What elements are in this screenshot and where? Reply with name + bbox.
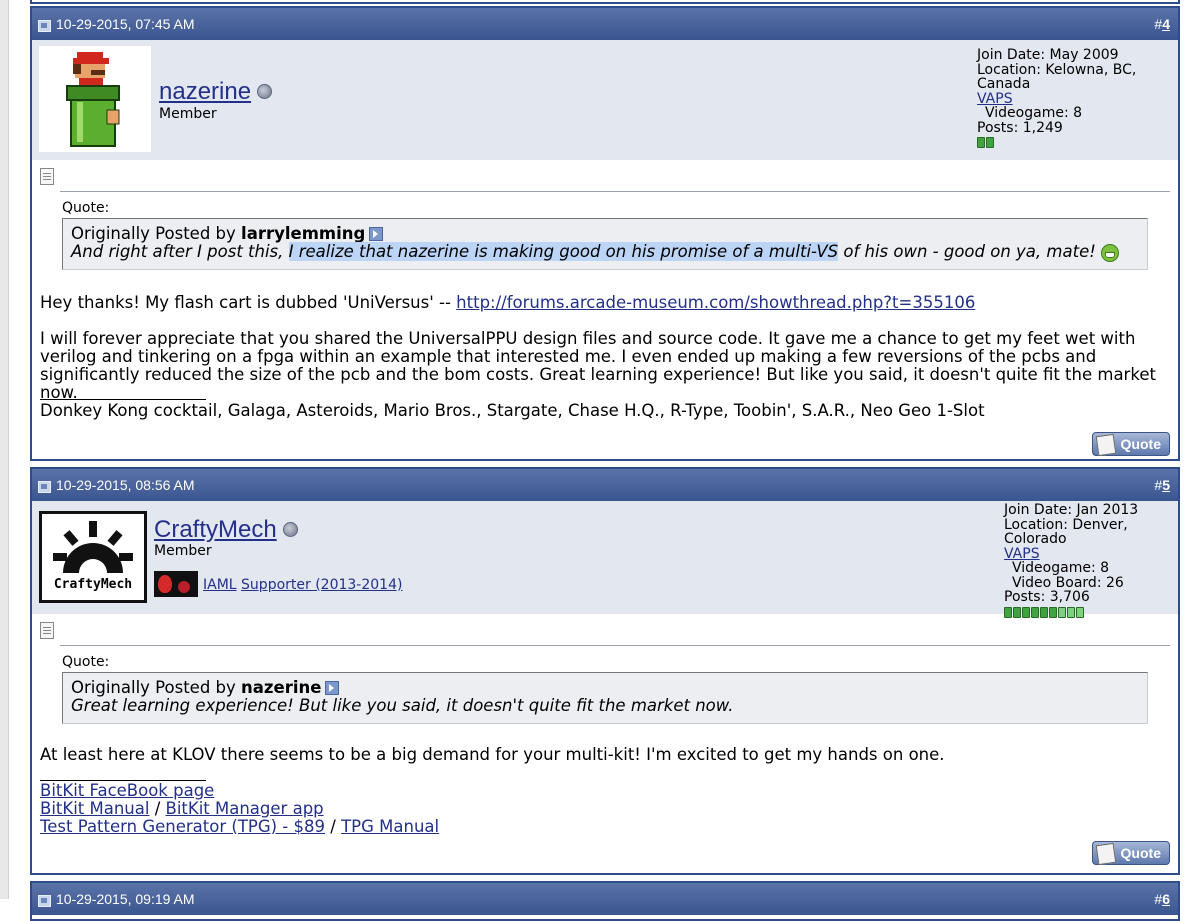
message-text: At least here at KLOV there seems to be … (40, 745, 945, 764)
avatar[interactable]: CraftyMech (39, 511, 147, 603)
quote-author: nazerine (241, 678, 322, 697)
post-number[interactable]: #6 (1154, 891, 1170, 907)
vaps-videogame: Videogame: 8 (985, 105, 1083, 121)
post-6: 10-29-2015, 09:19 AM #6 (30, 881, 1180, 921)
location: Location: Denver, Colorado (1004, 516, 1128, 547)
quote-prefix: Originally Posted by (71, 224, 236, 243)
post-body: Quote: Originally Posted by larrylemming… (32, 160, 1178, 461)
page-left-gutter (0, 0, 9, 899)
user-info-bar: nazerine Member Join Date: May 2009 Loca… (32, 40, 1178, 160)
post-count: Posts: 3,706 (1004, 589, 1090, 605)
post-separator (60, 645, 1170, 646)
iaml-link[interactable]: IAML (203, 577, 237, 593)
quote-button[interactable]: Quote (1092, 432, 1170, 457)
message-paragraph: I will forever appreciate that you share… (40, 329, 1156, 402)
post-body: Quote: Originally Posted by nazerine Gre… (32, 614, 1178, 873)
user-title: Member (154, 543, 212, 559)
quote-prefix: Originally Posted by (71, 678, 236, 697)
quote-button-label: Quote (1120, 436, 1161, 452)
post-number[interactable]: #5 (1154, 477, 1170, 493)
post-document-icon (40, 622, 54, 639)
grin-smiley-icon (1101, 243, 1120, 262)
username-link[interactable]: nazerine (159, 78, 273, 106)
post-header: 10-29-2015, 07:45 AM #4 (32, 8, 1178, 40)
bitkit-facebook-link[interactable]: BitKit FaceBook page (40, 781, 214, 800)
bitkit-manual-link[interactable]: BitKit Manual (40, 799, 149, 818)
post-status-icon (38, 20, 51, 32)
location: Location: Kelowna, BC, Canada (977, 61, 1137, 92)
tpg-manual-link[interactable]: TPG Manual (341, 817, 439, 836)
post-date: 10-29-2015, 09:19 AM (56, 891, 195, 907)
post-5: 10-29-2015, 08:56 AM #5 CraftyMech Craft… (30, 467, 1180, 875)
post-status-icon (38, 481, 51, 493)
post-status-icon (38, 895, 51, 907)
link-separator: / (149, 799, 166, 818)
join-date: Join Date: May 2009 (977, 47, 1119, 63)
user-stats: Join Date: May 2009 Location: Kelowna, B… (977, 48, 1178, 148)
post-header: 10-29-2015, 09:19 AM #6 (32, 883, 1178, 915)
user-badges: IAML Supporter (2013-2014) (203, 577, 402, 593)
quote-text: And right after I post this, (71, 242, 284, 261)
post-4: 10-29-2015, 07:45 AM #4 nazerine Member … (30, 6, 1180, 461)
quote-box: Originally Posted by nazerine Great lear… (62, 672, 1148, 724)
quote-button[interactable]: Quote (1092, 841, 1170, 866)
reputation-pip (977, 137, 985, 148)
avatar[interactable] (39, 46, 151, 152)
offline-status-icon (282, 522, 298, 538)
quote-pen-icon (1095, 842, 1117, 866)
post-number[interactable]: #4 (1154, 16, 1170, 32)
message-text: Hey thanks! My flash cart is dubbed 'Uni… (40, 293, 451, 312)
reputation-pip (986, 137, 994, 148)
user-title: Member (159, 106, 217, 122)
vaps-video-board: Video Board: 26 (1012, 574, 1124, 591)
view-post-icon[interactable] (325, 680, 340, 695)
vaps-videogame: Videogame: 8 (1012, 560, 1110, 576)
user-stats: Join Date: Jan 2013 Location: Denver, Co… (1004, 503, 1178, 618)
quote-text: Great learning experience! But like you … (71, 696, 734, 715)
offline-status-icon (257, 84, 273, 100)
user-info-bar: CraftyMech CraftyMech Member IAML Suppor… (32, 501, 1178, 618)
link-separator: / (325, 817, 342, 836)
post-date: 10-29-2015, 07:45 AM (56, 16, 195, 32)
quote-author: larrylemming (241, 224, 366, 243)
post-header: 10-29-2015, 08:56 AM #5 (32, 469, 1178, 501)
quote-box: Originally Posted by larrylemming And ri… (62, 218, 1148, 270)
quote-text-end: of his own - good on ya, mate! (843, 242, 1096, 261)
post-date: 10-29-2015, 08:56 AM (56, 477, 195, 493)
reputation-bar (977, 137, 1178, 148)
previous-post-bottom (30, 0, 1180, 4)
post-separator (60, 191, 1170, 192)
username-link[interactable]: CraftyMech (154, 516, 298, 544)
quote-label: Quote: (62, 200, 110, 216)
strawberry-cherry-badge-icon (154, 571, 198, 597)
tpg-link[interactable]: Test Pattern Generator (TPG) - $89 (40, 817, 325, 836)
quote-pen-icon (1095, 433, 1117, 457)
thread-link[interactable]: http://forums.arcade-museum.com/showthre… (456, 293, 975, 312)
selected-text: I realize that nazerine is making good o… (288, 242, 839, 261)
signature: Donkey Kong cocktail, Galaga, Asteroids,… (40, 401, 985, 420)
bitkit-manager-link[interactable]: BitKit Manager app (166, 799, 324, 818)
view-post-icon[interactable] (369, 226, 384, 241)
signature-links: BitKit FaceBook page BitKit Manual / Bit… (40, 782, 1170, 836)
post-document-icon (40, 168, 54, 185)
signature-divider (40, 399, 206, 400)
message-line: Hey thanks! My flash cart is dubbed 'Uni… (40, 294, 1170, 312)
join-date: Join Date: Jan 2013 (1004, 502, 1139, 518)
post-count: Posts: 1,249 (977, 119, 1063, 136)
avatar-caption: CraftyMech (53, 577, 133, 592)
quote-label: Quote: (62, 654, 110, 670)
mario-pipe-avatar-image (66, 52, 120, 147)
supporter-link[interactable]: Supporter (2013-2014) (241, 577, 402, 593)
quote-button-label: Quote (1120, 845, 1161, 861)
